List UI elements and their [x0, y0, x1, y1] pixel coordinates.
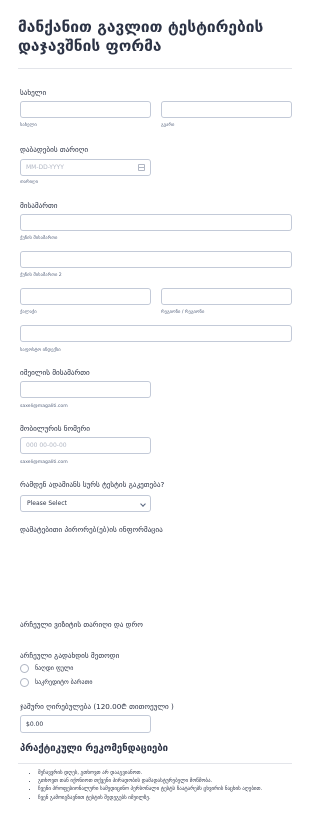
city-sublabel: ქალაქი — [20, 310, 37, 315]
card-option-label: საკრედიტო ბარათი — [35, 678, 93, 686]
people-count-selected: Please Select — [27, 500, 67, 507]
cash-option-label: ნაღდი ფული — [35, 664, 74, 672]
list-item: ჩვენი პროფესიონალური სამედიცინო პერსონალ… — [38, 786, 298, 793]
people-count-label: რამდენ ადამიანს სურს ტესტის გაკეთება? — [20, 480, 165, 489]
address-label: მისამართი — [20, 201, 58, 210]
title-divider — [18, 68, 292, 69]
payment-method-label: არჩეული გადახდის მეთოდი — [20, 651, 120, 660]
street-address-2-sublabel: ქუჩის მისამართი 2 — [20, 273, 62, 278]
calendar-icon[interactable] — [138, 164, 145, 171]
last-name-input[interactable] — [161, 101, 292, 118]
total-cost-value: $0.00 — [26, 720, 44, 728]
visit-datetime-label: არჩეული ვიზიტის თარიღი და დრო — [20, 620, 143, 629]
recommendations-list: შეჩავვრის დღეს, გთხოვთ არ დააგვიანოთ. გთ… — [38, 770, 298, 803]
phone-placeholder: 000 00-00-00 — [26, 442, 67, 449]
total-cost-label: ჯამური ღირებულება (120.00₾ თითოეული ) — [20, 702, 174, 711]
name-label: სახელი — [20, 88, 47, 97]
additional-info-label: დამატებითი პირორებ(ებ)ის ინფორმაცია — [20, 525, 163, 534]
card-radio[interactable] — [20, 677, 29, 687]
zip-sublabel: საფოსტო ინდექსი — [20, 348, 61, 353]
total-cost-field: $0.00 — [20, 715, 151, 733]
people-count-select[interactable]: Please Select — [20, 495, 151, 512]
recommendations-divider — [18, 763, 292, 764]
email-label: იმეილის მისამართი — [20, 368, 90, 377]
payment-option-cash[interactable]: ნაღდი ფული — [20, 663, 73, 673]
phone-input[interactable]: 000 00-00-00 — [20, 437, 151, 454]
street-address-sublabel: ქუჩის მისამართი — [20, 236, 58, 241]
birthdate-label: დაბადების თარიღი — [20, 145, 89, 154]
form-title: მანქანით გავლით ტესტირების დაჯავშნის ფორ… — [18, 18, 264, 55]
state-sublabel: რეგიონი / რეგიონი — [161, 310, 205, 315]
first-name-input[interactable] — [20, 101, 151, 118]
email-input[interactable] — [20, 381, 151, 398]
city-input[interactable] — [20, 288, 151, 305]
list-item: გთხოვთ თან იქონიოთ თქვენი პირადობის დამა… — [38, 778, 298, 785]
phone-sublabel: saxeli@magaliti.com — [20, 460, 68, 465]
phone-label: მობილურის ნომერი — [20, 424, 90, 433]
birthdate-sublabel: თარიღი — [20, 180, 39, 185]
birthdate-input[interactable]: MM-DD-YYYY — [20, 159, 151, 176]
recommendations-title: პრაქტიკული რეკომენდაციები — [20, 743, 169, 754]
list-item: ჩვენ გამოიგზავნით ტესტის შედეგებს იმეილზ… — [38, 795, 298, 802]
state-input[interactable] — [161, 288, 292, 305]
street-address-input[interactable] — [20, 214, 292, 231]
last-name-sublabel: გვარი — [161, 123, 175, 128]
email-sublabel: saxeli@magaliti.com — [20, 404, 68, 409]
street-address-2-input[interactable] — [20, 251, 292, 268]
list-item: შეჩავვრის დღეს, გთხოვთ არ დააგვიანოთ. — [38, 770, 298, 777]
zip-input[interactable] — [20, 325, 292, 342]
chevron-down-icon — [140, 501, 146, 507]
cash-radio[interactable] — [20, 663, 29, 673]
payment-option-card[interactable]: საკრედიტო ბარათი — [20, 677, 93, 687]
first-name-sublabel: სახელი — [20, 123, 37, 128]
birthdate-placeholder: MM-DD-YYYY — [26, 164, 64, 171]
